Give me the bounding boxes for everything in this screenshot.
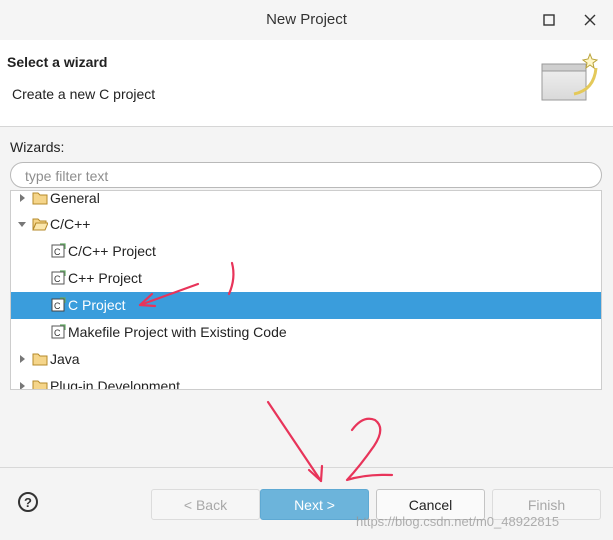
svg-text:C: C <box>54 274 61 284</box>
tree-item-label: C/C++ Project <box>68 243 156 259</box>
back-button[interactable]: < Back <box>151 489 260 520</box>
svg-text:C: C <box>54 328 61 338</box>
tree-item-label: Plug-in Development <box>50 378 180 390</box>
annotation-arrow-2 <box>266 400 323 483</box>
wizard-header: Select a wizard Create a new C project <box>0 40 613 127</box>
wizard-tree[interactable]: General C/C++ C C/C++ Project C C++ Proj… <box>10 190 602 390</box>
close-icon <box>584 14 596 26</box>
tree-item-label: C++ Project <box>68 270 142 286</box>
next-button[interactable]: Next > <box>260 489 369 520</box>
tree-item-cpp-folder[interactable]: C/C++ <box>11 211 601 238</box>
tree-item-label: Makefile Project with Existing Code <box>68 324 287 340</box>
c-project-icon: C <box>51 243 66 258</box>
svg-text:C: C <box>54 301 61 311</box>
expand-arrow-icon[interactable] <box>17 354 27 364</box>
tree-item-plugin-development[interactable]: Plug-in Development <box>11 373 601 390</box>
annotation-number-2 <box>345 417 394 482</box>
help-icon[interactable]: ? <box>18 492 38 512</box>
title-bar: New Project <box>0 0 613 40</box>
watermark: https://blog.csdn.net/m0_48922815 <box>356 514 560 529</box>
tree-item-label: General <box>50 190 100 206</box>
maximize-icon <box>543 14 555 26</box>
filter-field[interactable] <box>10 162 602 188</box>
folder-icon <box>32 353 48 366</box>
folder-icon <box>32 380 48 389</box>
c-project-icon: C <box>51 297 66 312</box>
tree-item-c-project[interactable]: C C Project <box>11 292 601 319</box>
footer-divider <box>0 467 613 468</box>
tree-item-label: C/C++ <box>50 216 91 232</box>
tree-item-label: Java <box>50 351 80 367</box>
wizard-banner-icon <box>541 52 599 101</box>
expand-arrow-icon[interactable] <box>17 381 27 390</box>
svg-text:C: C <box>54 247 61 257</box>
header-title: Select a wizard <box>7 54 108 70</box>
tree-item-makefile-project[interactable]: C Makefile Project with Existing Code <box>11 319 601 346</box>
tree-item-cplusplus-project[interactable]: C C++ Project <box>11 265 601 292</box>
tree-item-cpp-project[interactable]: C C/C++ Project <box>11 238 601 265</box>
maximize-button[interactable] <box>539 10 559 30</box>
header-subtitle: Create a new C project <box>12 86 156 102</box>
collapse-arrow-icon[interactable] <box>17 219 27 229</box>
tree-item-java[interactable]: Java <box>11 346 601 373</box>
close-button[interactable] <box>580 10 600 30</box>
wizards-label: Wizards: <box>10 139 65 155</box>
filter-input[interactable] <box>23 167 587 185</box>
c-project-icon: C <box>51 270 66 285</box>
expand-arrow-icon[interactable] <box>17 193 27 203</box>
tree-item-general[interactable]: General <box>11 190 601 212</box>
annotation-arrowhead-2 <box>307 464 324 483</box>
c-project-icon: C <box>51 324 66 339</box>
folder-open-icon <box>32 218 48 231</box>
folder-icon <box>32 192 48 205</box>
window-title: New Project <box>266 11 347 28</box>
tree-item-label: C Project <box>68 297 126 313</box>
